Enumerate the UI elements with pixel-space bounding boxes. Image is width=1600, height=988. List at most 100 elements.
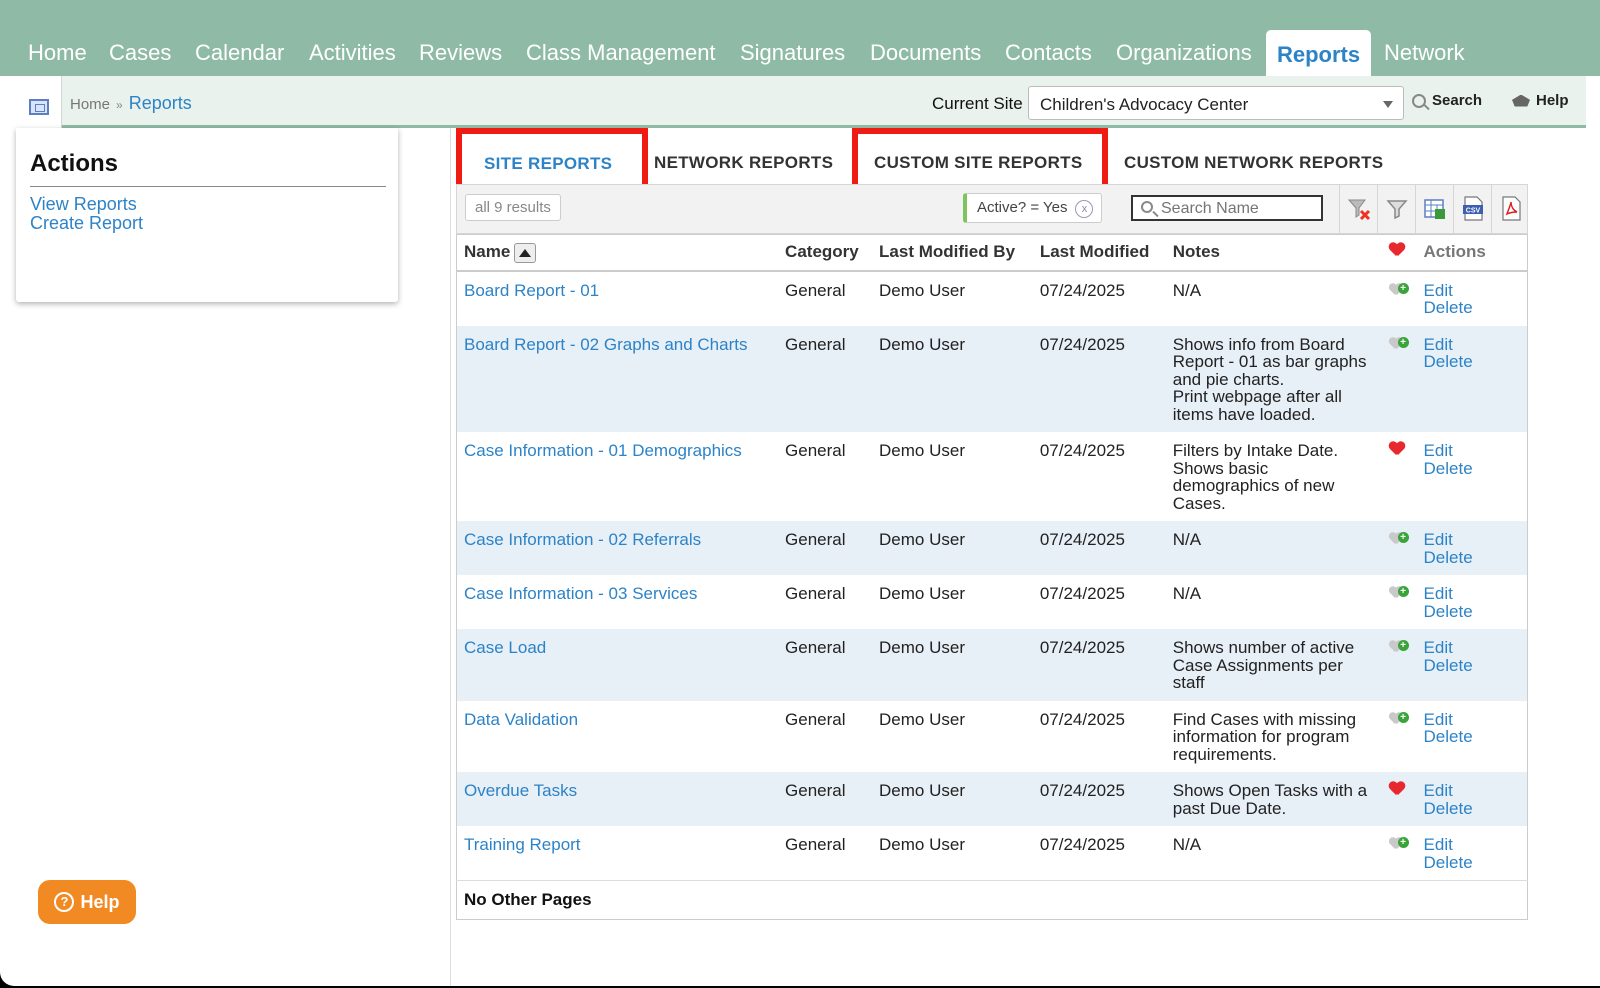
table-row: Case Information - 01 Demographics Genera… bbox=[457, 432, 1528, 521]
edit-link[interactable]: Edit bbox=[1424, 335, 1520, 354]
report-name-link[interactable]: Case Information - 01 Demographics bbox=[464, 441, 742, 460]
create-report-link[interactable]: Create Report bbox=[30, 213, 143, 234]
edit-link[interactable]: Edit bbox=[1424, 836, 1520, 854]
notes-line: past Due Date. bbox=[1172, 798, 1287, 818]
notes-line: Print webpage after all bbox=[1172, 387, 1342, 406]
report-name-link[interactable]: Case Information - 03 Services bbox=[464, 584, 697, 603]
nav-contacts[interactable]: Contacts bbox=[1005, 40, 1092, 66]
delete-link[interactable]: Delete bbox=[1424, 353, 1520, 371]
help-link[interactable]: Help bbox=[1512, 92, 1569, 109]
nav-class-management[interactable]: Class Management bbox=[526, 40, 716, 66]
tab-network-reports[interactable]: NETWORK REPORTS bbox=[654, 153, 833, 173]
report-name-link[interactable]: Data Validation bbox=[464, 710, 578, 729]
notes-line: items have loaded. bbox=[1172, 404, 1316, 424]
report-name-link[interactable]: Case Information - 02 Referrals bbox=[464, 530, 701, 549]
pdf-export-button[interactable] bbox=[1491, 185, 1529, 233]
delete-link[interactable]: Delete bbox=[1424, 728, 1520, 746]
notes-cell: Shows info from Board Report - 01 as bar … bbox=[1165, 325, 1382, 432]
breadcrumb-home[interactable]: Home bbox=[70, 96, 110, 113]
filter-button[interactable] bbox=[1377, 185, 1415, 233]
edit-link[interactable]: Edit bbox=[1424, 710, 1520, 729]
modified-by-cell: Demo User bbox=[872, 521, 1033, 575]
nav-calendar[interactable]: Calendar bbox=[195, 40, 284, 66]
notes-line: N/A bbox=[1172, 280, 1202, 300]
add-favorite-icon[interactable]: + bbox=[1389, 282, 1409, 298]
favorite-column-header[interactable] bbox=[1381, 234, 1417, 272]
delete-link[interactable]: Delete bbox=[1424, 656, 1520, 675]
edit-link[interactable]: Edit bbox=[1424, 442, 1520, 460]
results-count[interactable]: all 9 results bbox=[465, 194, 561, 221]
view-reports-link[interactable]: View Reports bbox=[30, 194, 137, 215]
category-column-header[interactable]: Category bbox=[778, 234, 873, 272]
current-site-label: Current Site bbox=[932, 94, 1023, 113]
edit-link[interactable]: Edit bbox=[1424, 782, 1520, 800]
notes-line: Filters by Intake Date. bbox=[1172, 441, 1339, 460]
actions-cell: Edit Delete bbox=[1417, 826, 1528, 881]
edit-link[interactable]: Edit bbox=[1424, 585, 1520, 603]
search-icon bbox=[1412, 93, 1426, 108]
breadcrumb-current[interactable]: Reports bbox=[129, 93, 192, 113]
active-filter-chip[interactable]: Active? = Yes x bbox=[963, 193, 1103, 223]
notes-line: information for program bbox=[1172, 727, 1350, 746]
add-favorite-icon[interactable]: + bbox=[1389, 585, 1409, 601]
category-cell: General bbox=[785, 835, 846, 854]
delete-link[interactable]: Delete bbox=[1424, 299, 1520, 317]
nav-signatures[interactable]: Signatures bbox=[740, 40, 845, 66]
edit-link[interactable]: Edit bbox=[1424, 531, 1520, 549]
delete-link[interactable]: Delete bbox=[1424, 853, 1520, 872]
nav-network[interactable]: Network bbox=[1384, 40, 1465, 66]
graduation-cap-icon bbox=[1512, 94, 1530, 107]
add-favorite-icon[interactable]: + bbox=[1389, 836, 1409, 852]
report-name-link[interactable]: Board Report - 01 bbox=[464, 281, 599, 300]
delete-link[interactable]: Delete bbox=[1424, 459, 1520, 478]
last-modified-column-header[interactable]: Last Modified bbox=[1032, 234, 1166, 272]
table-row: Case Information - 02 Referrals General De… bbox=[456, 521, 1528, 575]
notes-column-header[interactable]: Notes bbox=[1165, 234, 1382, 272]
clear-filters-button[interactable] bbox=[1339, 185, 1377, 233]
csv-export-button[interactable]: CSV bbox=[1453, 185, 1491, 233]
nav-cases[interactable]: Cases bbox=[109, 40, 171, 66]
nav-reports[interactable]: Reports bbox=[1266, 30, 1372, 76]
category-cell: General bbox=[778, 325, 873, 432]
add-favorite-icon[interactable]: + bbox=[1389, 336, 1409, 352]
delete-link[interactable]: Delete bbox=[1424, 602, 1520, 621]
modified-by-column-header[interactable]: Last Modified By bbox=[872, 234, 1033, 272]
add-favorite-icon[interactable]: + bbox=[1389, 531, 1409, 547]
report-name-link[interactable]: Training Report bbox=[464, 835, 581, 854]
report-name-link[interactable]: Board Report - 02 Graphs and Charts bbox=[464, 335, 747, 354]
modified-by-cell: Demo User bbox=[872, 772, 1033, 826]
add-favorite-icon[interactable]: + bbox=[1389, 639, 1409, 655]
nav-documents[interactable]: Documents bbox=[870, 40, 981, 66]
add-favorite-icon[interactable]: + bbox=[1389, 711, 1409, 727]
help-button-label: Help bbox=[80, 891, 120, 912]
search-name-input[interactable] bbox=[1131, 195, 1323, 221]
name-column-header[interactable]: Name bbox=[456, 234, 779, 272]
report-name-link[interactable]: Overdue Tasks bbox=[464, 781, 577, 800]
delete-link[interactable]: Delete bbox=[1424, 548, 1520, 567]
table-row: Overdue Tasks General Demo User 07/24/2025 S… bbox=[456, 772, 1528, 826]
favorite-cell: + bbox=[1382, 701, 1417, 773]
notes-cell: Filters by Intake Date. Shows basic demogr… bbox=[1166, 432, 1382, 521]
favorite-heart-icon[interactable] bbox=[1389, 442, 1405, 456]
nav-organizations[interactable]: Organizations bbox=[1116, 40, 1252, 66]
report-name-link[interactable]: Case Load bbox=[464, 638, 546, 657]
nav-home[interactable]: Home bbox=[28, 40, 87, 66]
report-name-cell: Case Information - 03 Services bbox=[457, 575, 779, 629]
current-site-select[interactable]: Children's Advocacy Center bbox=[1028, 86, 1404, 120]
notes-line: Case Assignments per bbox=[1172, 655, 1343, 675]
search-button[interactable]: Search bbox=[1412, 92, 1482, 109]
svg-text:CSV: CSV bbox=[1465, 208, 1480, 215]
excel-export-button[interactable] bbox=[1415, 185, 1453, 233]
sort-ascending-icon[interactable] bbox=[514, 242, 537, 263]
tab-custom-network-reports[interactable]: CUSTOM NETWORK REPORTS bbox=[1124, 153, 1383, 173]
nav-reviews[interactable]: Reviews bbox=[419, 40, 502, 66]
delete-link[interactable]: Delete bbox=[1424, 799, 1520, 818]
edit-link[interactable]: Edit bbox=[1424, 639, 1520, 657]
edit-link[interactable]: Edit bbox=[1424, 281, 1520, 300]
close-icon[interactable]: x bbox=[1075, 200, 1094, 218]
nav-activities[interactable]: Activities bbox=[309, 40, 396, 66]
help-button[interactable]: ? Help bbox=[38, 880, 136, 924]
excel-export-icon bbox=[1423, 199, 1445, 219]
favorite-heart-icon[interactable] bbox=[1389, 782, 1405, 796]
report-name-cell: Case Information - 02 Referrals bbox=[456, 521, 779, 575]
